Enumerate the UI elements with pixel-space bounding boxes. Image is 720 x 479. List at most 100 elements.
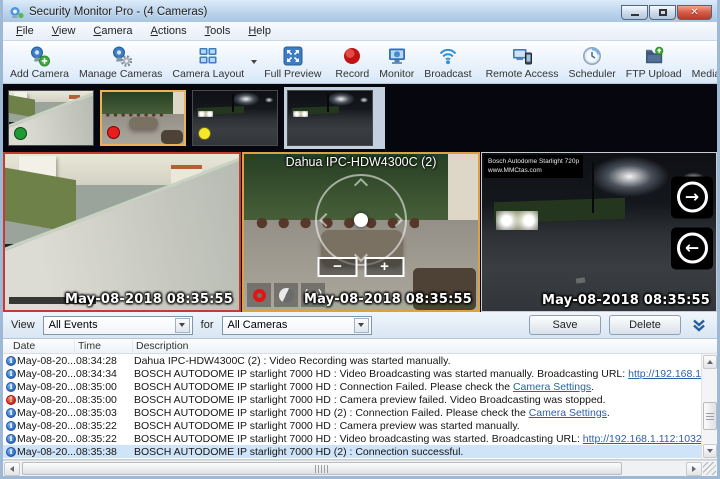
menu-help[interactable]: Help [239,23,280,39]
thumbnail-street-night[interactable] [192,90,278,146]
camera-view-canal-bridge[interactable]: May-08-2018 08:35:55 [3,152,241,312]
toolbar-label: Broadcast [424,68,471,80]
monitor-icon [386,45,408,67]
event-type-select[interactable]: All Events [43,316,193,335]
close-button[interactable]: ✕ [677,5,712,20]
event-rows: i May-08-20... 08:34:28 Dahua IPC-HDW430… [3,354,701,459]
column-header-description[interactable]: Description [133,340,701,352]
ptz-right-icon[interactable] [389,212,403,226]
zoom-out-button[interactable]: − [318,257,358,277]
event-row[interactable]: ! May-08-20... 08:35:00 BOSCH AUTODOME I… [3,393,701,406]
record-button[interactable]: Record [330,42,374,82]
menu-view[interactable]: View [43,23,85,39]
info-icon: i [6,447,16,457]
horizontal-scrollbar[interactable] [3,460,717,476]
camera-settings-link[interactable]: Camera Settings [529,407,607,419]
event-log-header: Date Time Description [3,339,717,354]
camera-layout-button[interactable]: Camera Layout [167,42,249,82]
ptz-center-dot[interactable] [354,213,368,227]
save-button[interactable]: Save [529,315,601,335]
next-camera-button[interactable]: → [671,176,713,218]
info-icon: i [6,369,16,379]
event-row[interactable]: i May-08-20... 08:35:03 BOSCH AUTODOME I… [3,406,701,419]
status-dot-red [107,126,120,139]
menu-actions[interactable]: Actions [142,23,196,39]
monitor-button[interactable]: Monitor [374,42,419,82]
menu-camera[interactable]: Camera [84,23,141,39]
toolbar-label: Remote Access [486,68,559,80]
toolbar-label: Scheduler [569,68,616,80]
menu-tools[interactable]: Tools [196,23,240,39]
scroll-left-arrow-icon[interactable] [4,462,20,476]
manage-cameras-icon [110,45,132,67]
column-header-date[interactable]: Date [3,340,75,352]
thumbnail-street-night-2[interactable] [287,90,373,146]
maximize-button[interactable] [649,5,676,20]
camera-view-street-night[interactable]: Bosch Autodome Starlight 720p www.MMCtas… [481,152,717,312]
event-filter-bar: View All Events for All Cameras Save Del… [3,312,717,339]
media-analyzer-icon [717,45,720,67]
window-title: Security Monitor Pro - (4 Cameras) [29,6,621,18]
broadcast-icon [437,45,459,67]
camera-title: Dahua IPC-HDW4300C (2) [244,155,478,169]
previous-camera-button[interactable]: ← [671,227,713,269]
vertical-scrollbar[interactable] [701,354,717,459]
manage-cameras-button[interactable]: Manage Cameras [74,42,167,82]
app-window: Security Monitor Pro - (4 Cameras) ✕ Fil… [0,0,720,479]
event-row[interactable]: i May-08-20... 08:35:22 BOSCH AUTODOME I… [3,432,701,445]
record-ring-icon [253,289,266,302]
camera-layout-icon [197,45,219,67]
night-mode-button[interactable] [274,283,298,307]
event-row[interactable]: i May-08-20... 08:35:22 BOSCH AUTODOME I… [3,419,701,432]
delete-button[interactable]: Delete [609,315,681,335]
event-row-selected[interactable]: i May-08-20... 08:35:38 BOSCH AUTODOME I… [3,445,701,458]
event-log-panel: Date Time Description i May-08-20... 08:… [3,339,717,460]
add-camera-button[interactable]: Add Camera [5,42,74,82]
toolbar-label: Manage Cameras [79,68,162,80]
title-bar: Security Monitor Pro - (4 Cameras) ✕ [3,0,717,22]
scroll-up-arrow-icon[interactable] [703,355,717,369]
toolbar-label: Monitor [379,68,414,80]
horizontal-scrollbar-thumb[interactable] [22,462,622,475]
ptz-left-icon[interactable] [319,212,333,226]
info-icon: i [6,408,16,418]
event-row[interactable]: i May-08-20... 08:35:00 BOSCH AUTODOME I… [3,380,701,393]
column-header-time[interactable]: Time [75,340,133,352]
event-row[interactable]: i May-08-20... 08:34:34 BOSCH AUTODOME I… [3,367,701,380]
thumbnail-patio[interactable] [100,90,186,146]
scroll-down-arrow-icon[interactable] [703,444,717,458]
scroll-right-arrow-icon[interactable] [686,462,702,476]
minimize-button[interactable] [621,5,648,20]
camera-settings-link[interactable]: Camera Settings [513,381,591,393]
vertical-scrollbar-thumb[interactable] [703,402,717,430]
window-resize-grip[interactable] [703,462,716,475]
camera-filter-select[interactable]: All Cameras [222,316,372,335]
ptz-control-ring[interactable] [315,174,407,266]
camera-view-patio[interactable]: Dahua IPC-HDW4300C (2) − + May-08-2018 0… [242,152,480,312]
record-toggle-button[interactable] [247,283,271,307]
status-dot-green [14,127,27,140]
menu-file[interactable]: File [7,23,43,39]
event-row[interactable]: i May-08-20... 08:34:28 Dahua IPC-HDW430… [3,354,701,367]
full-preview-button[interactable]: Full Preview [259,42,326,82]
full-preview-icon [282,45,304,67]
scheduler-button[interactable]: Scheduler [564,42,621,82]
camera-layout-dropdown-arrow-icon[interactable] [249,42,259,82]
chevron-down-icon[interactable] [175,318,190,333]
alert-icon: ! [6,395,16,405]
ptz-up-icon[interactable] [354,177,368,191]
view-label: View [11,319,35,331]
media-analyzer-button[interactable]: Media Analyzer [687,42,720,82]
broadcast-url-link[interactable]: http://192.168.1.112:1032 [628,368,701,380]
toolbar-label: FTP Upload [626,68,682,80]
thumbnail-highlight-frame [284,87,385,149]
zoom-in-button[interactable]: + [365,257,405,277]
collapse-panel-chevron-icon[interactable] [691,318,707,332]
camera-timestamp: May-08-2018 08:35:55 [65,292,233,307]
remote-access-button[interactable]: Remote Access [481,42,564,82]
broadcast-url-link[interactable]: http://192.168.1.112:1032 [583,433,701,445]
thumbnail-canal-bridge[interactable] [8,90,94,146]
broadcast-button[interactable]: Broadcast [419,42,476,82]
chevron-down-icon[interactable] [354,318,369,333]
ftp-upload-button[interactable]: FTP Upload [621,42,687,82]
